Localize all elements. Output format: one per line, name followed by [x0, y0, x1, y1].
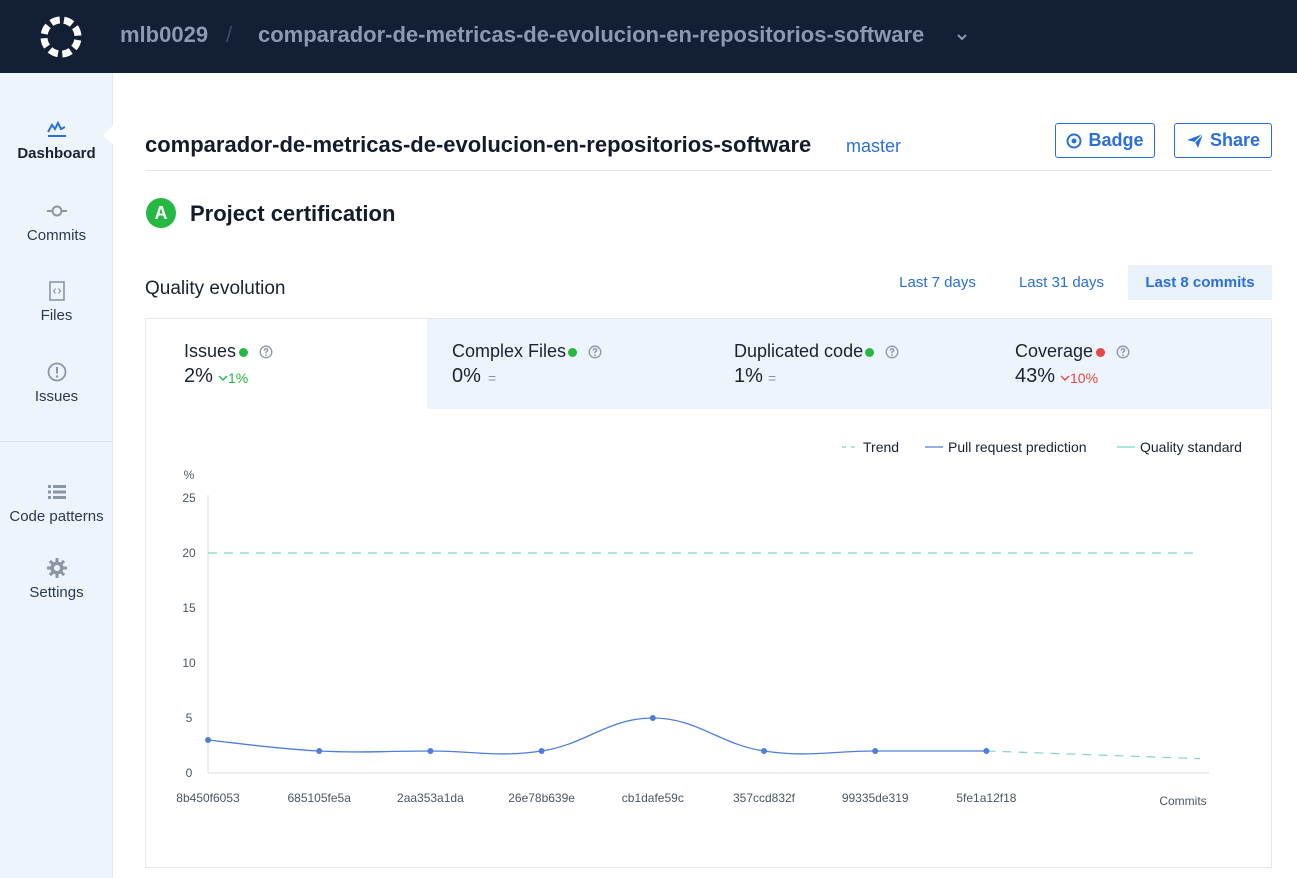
metric-delta: 10% [1070, 370, 1099, 386]
help-icon[interactable] [1116, 345, 1130, 359]
share-button[interactable]: Share [1174, 123, 1272, 158]
metric-delta: = [768, 370, 777, 386]
data-point [538, 748, 545, 754]
x-tick-label: 99335de319 [842, 791, 909, 805]
repo-selector[interactable]: comparador-de-metricas-de-evolucion-en-r… [258, 22, 924, 48]
owner-link[interactable]: mlb0029 [120, 22, 208, 48]
badge-button-label: Badge [1088, 130, 1144, 150]
sidebar-item-dashboard[interactable]: Dashboard [0, 118, 113, 162]
data-point [316, 748, 323, 754]
metric-label: Duplicated code [734, 341, 864, 361]
quality-evolution-title: Quality evolution [145, 278, 286, 299]
y-tick-label: 15 [182, 601, 196, 615]
legend-standard-label: Quality standard [1140, 439, 1242, 455]
sidebar-item-label: Code patterns [9, 508, 104, 525]
help-icon[interactable] [588, 345, 602, 359]
metric-value: 43% [1015, 365, 1056, 387]
sidebar-item-issues[interactable]: Issues [0, 361, 113, 405]
sidebar-item-label: Issues [34, 388, 79, 405]
metric-value: 1% [734, 365, 763, 387]
legend-trend-label: Trend [863, 439, 899, 455]
data-point [205, 737, 211, 743]
sidebar-item-settings[interactable]: Settings [0, 557, 113, 601]
y-tick-label: 5 [186, 711, 193, 725]
codacy-logo-icon[interactable] [38, 14, 84, 60]
y-tick-label: 20 [182, 546, 196, 560]
page-title: comparador-de-metricas-de-evolucion-en-r… [145, 132, 812, 157]
y-tick-label: 25 [182, 491, 196, 505]
x-tick-label: 26e78b639e [508, 791, 575, 805]
metric-delta: 1% [228, 370, 249, 386]
status-dot [1096, 348, 1105, 357]
sidebar-item-label: Settings [29, 584, 84, 601]
x-tick-label: 2aa353a1da [397, 791, 464, 805]
sidebar-item-commits[interactable]: Commits [0, 200, 113, 244]
file-code-icon [48, 281, 65, 301]
send-icon [1186, 133, 1204, 148]
status-dot [239, 348, 248, 357]
breadcrumb-separator: / [226, 22, 233, 47]
chart-legend: Trend Pull request prediction Quality st… [842, 439, 1242, 455]
sidebar: Dashboard Commits Files Issues Code patt… [0, 73, 123, 878]
data-point [872, 748, 879, 754]
header-divider [145, 170, 1272, 171]
help-icon[interactable] [885, 345, 899, 359]
sidebar-item-label: Files [40, 307, 73, 324]
sidebar-divider [0, 441, 113, 442]
legend-prediction-label: Pull request prediction [948, 439, 1087, 455]
metric-value: 0% [452, 365, 481, 387]
sidebar-item-files[interactable]: Files [0, 280, 113, 324]
data-point [649, 715, 656, 721]
series-line [207, 717, 987, 755]
metric-label: Complex Files [452, 341, 567, 361]
share-button-label: Share [1209, 130, 1261, 150]
chevron-down-icon[interactable] [955, 30, 969, 44]
sidebar-item-code-patterns[interactable]: Code patterns [0, 481, 113, 525]
sidebar-item-label: Dashboard [17, 145, 96, 162]
grade-badge: A [146, 198, 176, 228]
quality-evolution-chart: Trend Pull request prediction Quality st… [176, 439, 1242, 808]
x-tick-label: 8b450f6053 [176, 791, 240, 805]
status-dot [865, 348, 874, 357]
gear-icon [46, 558, 67, 578]
data-point [761, 748, 767, 754]
y-tick-label: 10 [182, 656, 196, 670]
trend-line [986, 750, 1201, 760]
y-tick-label: 0 [186, 766, 193, 780]
top-bar: mlb0029 / comparador-de-metricas-de-evol… [0, 0, 1297, 73]
metrics-tabs-background [427, 319, 1271, 409]
branch-selector[interactable]: master [846, 136, 901, 157]
list-icon [47, 485, 66, 499]
tab-last-31-days[interactable]: Last 31 days [1010, 265, 1113, 300]
tab-last-7-days[interactable]: Last 7 days [890, 265, 985, 300]
tab-last-8-commits[interactable]: Last 8 commits [1128, 265, 1272, 300]
x-tick-label: cb1dafe59c [622, 791, 684, 805]
sidebar-item-label: Commits [26, 227, 87, 244]
commit-icon [46, 205, 67, 217]
alert-circle-icon [47, 362, 66, 382]
data-point [983, 748, 990, 754]
metric-label: Coverage [1015, 341, 1094, 361]
arrow-down-icon [218, 375, 228, 381]
badge-button[interactable]: Badge [1055, 123, 1155, 158]
x-axis-label: Commits [1159, 794, 1206, 808]
y-axis-label: % [184, 468, 195, 482]
metric-value: 2% [184, 365, 213, 387]
target-icon [1066, 133, 1082, 148]
x-tick-label: 357ccd832f [733, 791, 796, 805]
x-tick-label: 5fe1a12f18 [956, 791, 1016, 805]
certification-title: Project certification [190, 201, 396, 226]
metric-label: Issues [184, 341, 237, 361]
arrow-down-icon [1060, 375, 1070, 381]
dashboard-chart-icon [46, 120, 66, 137]
x-tick-label: 685105fe5a [287, 791, 351, 805]
metric-delta: = [488, 370, 497, 386]
data-point [427, 748, 434, 754]
status-dot [568, 348, 577, 357]
help-icon[interactable] [259, 345, 273, 359]
